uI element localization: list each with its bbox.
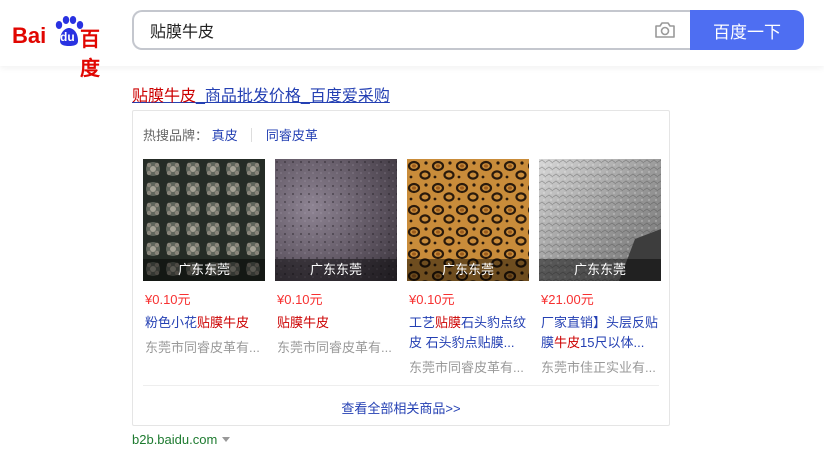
product-name-highlight: 贴膜牛皮: [197, 315, 250, 330]
logo-du-text: du: [60, 30, 75, 44]
logo-bai-text: Bai: [12, 23, 47, 48]
caret-down-icon[interactable]: [222, 437, 231, 442]
product-company: 东莞市同睿皮革有...: [145, 340, 260, 355]
result-title-rest: _商品批发价格_百度爱采购: [196, 88, 390, 105]
product-price: ¥21.00元: [541, 292, 594, 307]
result-title-highlight: 贴膜牛皮: [132, 88, 197, 105]
product-location: 广东东莞: [143, 259, 265, 281]
product-name-link[interactable]: 贴膜牛皮: [277, 313, 397, 333]
brand-link-tongrui[interactable]: 同睿皮革: [266, 128, 318, 143]
site-url-text: b2b.baidu.com: [132, 432, 218, 447]
product-image[interactable]: 广东东莞: [275, 159, 397, 281]
product-location: 广东东莞: [275, 259, 397, 281]
baidu-logo[interactable]: Bai du 百度: [12, 14, 116, 80]
product-name-highlight: 贴膜牛皮: [277, 315, 330, 330]
product-name-part: 15尺以体...: [580, 335, 645, 350]
product-company: 东莞市同睿皮革有...: [409, 360, 524, 375]
search-button[interactable]: 百度一下: [690, 10, 804, 50]
product-name-link[interactable]: 厂家直销】头层反贴膜牛皮15尺以体...: [541, 313, 661, 353]
hot-brands-label: 热搜品牌：: [143, 128, 209, 143]
logo-cn-text: 百度: [80, 29, 100, 80]
product-name-highlight: 牛皮: [554, 335, 581, 350]
product-image[interactable]: 广东东莞: [539, 159, 661, 281]
product-card: 热搜品牌： 真皮 同睿皮革 广东东莞 ¥0.10元 粉色小花贴膜牛皮 东莞市同睿…: [132, 110, 670, 426]
product-price: ¥0.10元: [277, 292, 323, 307]
view-all-products-link[interactable]: 查看全部相关商品>>: [133, 398, 669, 417]
hot-brands: 热搜品牌： 真皮 同睿皮革: [143, 125, 318, 144]
top-header: Bai du 百度 百度一下: [0, 0, 824, 80]
brand-separator: [251, 128, 253, 142]
product-name-part: 工艺: [409, 315, 436, 330]
result-title-link[interactable]: 贴膜牛皮_商品批发价格_百度爱采购: [132, 82, 390, 106]
brand-link-genuine-leather[interactable]: 真皮: [212, 128, 238, 143]
product-price: ¥0.10元: [145, 292, 191, 307]
product-name-link[interactable]: 粉色小花贴膜牛皮: [145, 313, 265, 333]
product-image[interactable]: 广东东莞: [143, 159, 265, 281]
search-bar: 百度一下: [132, 10, 804, 50]
search-input[interactable]: [148, 20, 632, 40]
product-name-highlight: 贴膜: [435, 315, 462, 330]
product-company: 东莞市同睿皮革有...: [277, 340, 392, 355]
search-box[interactable]: [132, 10, 690, 50]
product-company: 东莞市佳正实业有...: [541, 360, 656, 375]
product-location: 广东东莞: [539, 259, 661, 281]
product-name-link[interactable]: 工艺贴膜石头豹点纹皮 石头豹点贴膜...: [409, 313, 529, 353]
site-url[interactable]: b2b.baidu.com: [132, 432, 231, 447]
card-divider: [143, 385, 659, 386]
product-image[interactable]: 广东东莞: [407, 159, 529, 281]
product-price: ¥0.10元: [409, 292, 455, 307]
product-name-part: 粉色小花: [145, 315, 198, 330]
camera-icon[interactable]: [654, 21, 676, 39]
product-location: 广东东莞: [407, 259, 529, 281]
